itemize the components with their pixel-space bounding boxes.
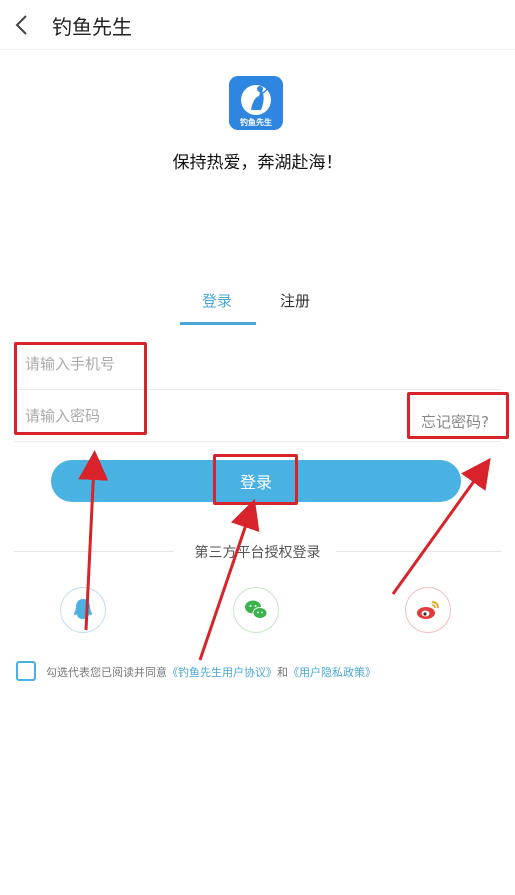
chevron-left-icon (15, 15, 27, 35)
page-title: 钓鱼先生 (52, 15, 132, 39)
wechat-icon (245, 600, 268, 619)
agreement-middle: 和 (277, 666, 288, 679)
qq-login-button[interactable] (60, 587, 106, 633)
slogan: 保持热爱，奔湖赴海！ (172, 153, 343, 173)
annotation-arrows (78, 450, 491, 661)
agreement-text: 勾选代表您已阅读并同意《钓鱼先生用户协议》和《用户隐私政策》 (46, 664, 376, 680)
agreement-row: 勾选代表您已阅读并同意《钓鱼先生用户协议》和《用户隐私政策》 (16, 660, 506, 682)
logo-text: 钓鱼先生 (240, 118, 272, 127)
active-tab-indicator (180, 322, 256, 325)
user-agreement-link[interactable]: 《钓鱼先生用户协议》 (167, 666, 277, 679)
back-button[interactable] (6, 9, 38, 41)
annotation-box-inputs (14, 342, 147, 435)
weibo-icon (417, 601, 439, 619)
auth-tabs: 登录 注册 (0, 290, 515, 326)
tab-login[interactable]: 登录 (202, 290, 232, 311)
wechat-login-button[interactable] (233, 587, 279, 633)
arrow-to-login (198, 498, 260, 661)
annotation-box-forgot (407, 392, 509, 439)
annotation-box-login (213, 454, 298, 505)
weibo-login-button[interactable] (405, 587, 451, 633)
qq-icon (74, 599, 92, 619)
agreement-prefix: 勾选代表您已阅读并同意 (46, 666, 167, 679)
agreement-checkbox[interactable] (16, 661, 36, 681)
tab-register[interactable]: 注册 (280, 290, 310, 311)
privacy-policy-link[interactable]: 《用户隐私政策》 (288, 666, 376, 679)
third-party-title: 第三方平台授权登录 (194, 545, 321, 561)
app-header: 钓鱼先生 (0, 0, 515, 50)
app-logo: 钓鱼先生 (229, 76, 283, 130)
